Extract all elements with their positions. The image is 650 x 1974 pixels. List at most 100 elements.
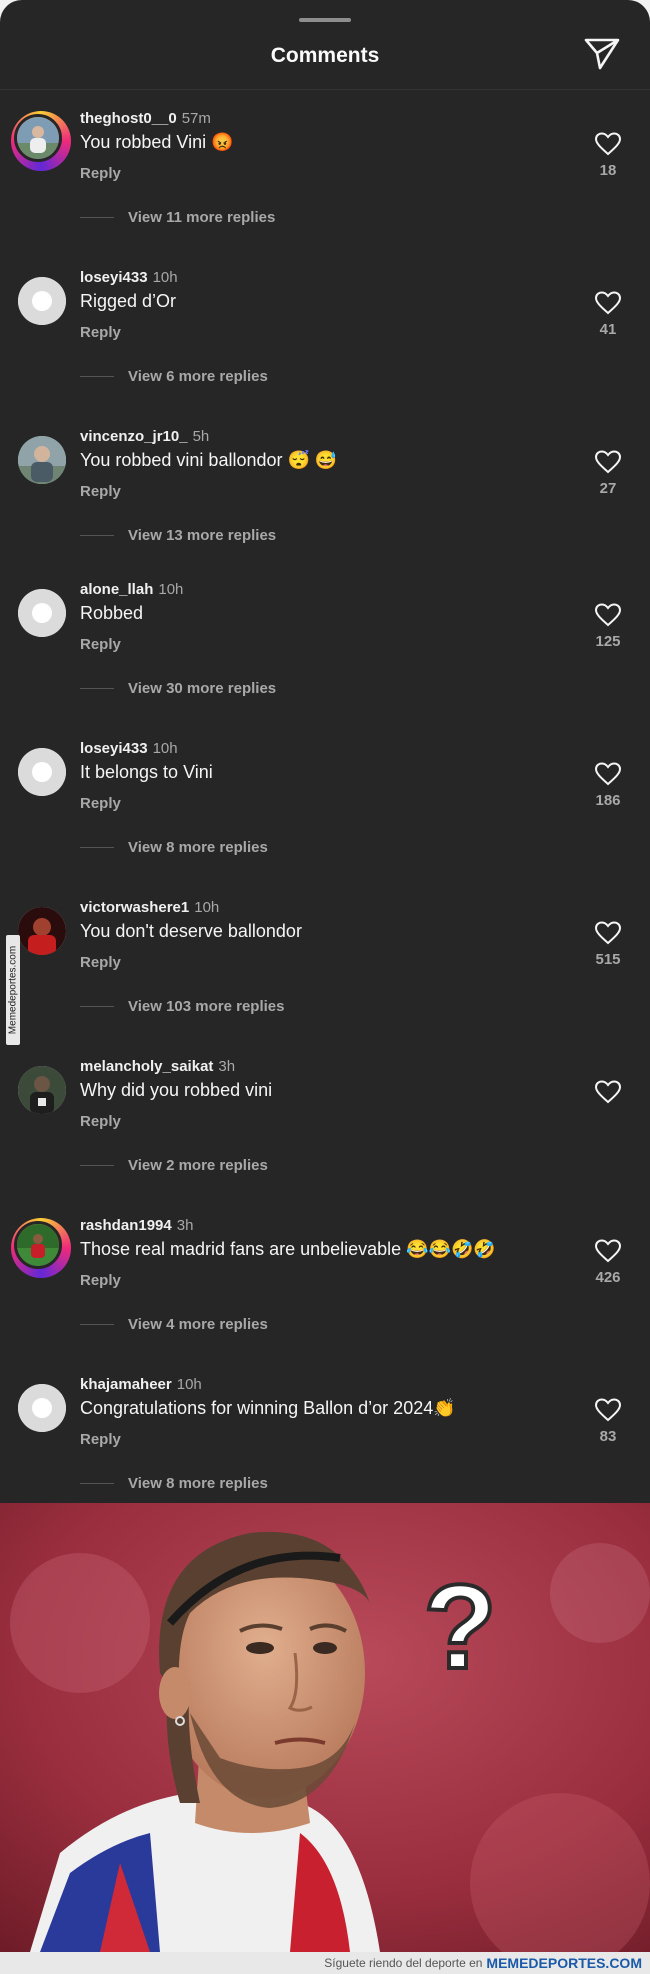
question-mark: ? [423,1560,496,1694]
comment-author[interactable]: khajamaheer 10h [80,1376,202,1393]
comment-time: 10h [194,899,220,916]
footer-text: Síguete riendo del deporte en [324,1956,483,1970]
like-button[interactable]: 18 [590,132,626,179]
like-button[interactable]: 426 [590,1239,626,1286]
comment-author[interactable]: melancholy_saikat 3h [80,1058,235,1075]
heart-icon [595,603,621,627]
comment-item: vincenzo_jr10_ 5h You robbed vini ballond… [0,428,650,578]
like-count: 515 [595,951,621,968]
comment-author[interactable]: theghost0__0 57m [80,110,211,127]
comment-author[interactable]: loseyi433 10h [80,740,178,757]
comment-item: theghost0__0 57m You robbed Vini 😡 Reply … [0,110,650,260]
reply-button[interactable]: Reply [80,954,121,971]
reply-button[interactable]: Reply [80,1113,121,1130]
reply-button[interactable]: Reply [80,795,121,812]
heart-icon [595,1080,621,1104]
comment-time: 3h [218,1058,236,1075]
comment-text: You robbed vini ballondor 😴 😅 [80,450,338,470]
default-avatar-icon [18,748,66,796]
avatar[interactable] [18,436,66,484]
comment-text: Rigged d’Or [80,291,177,311]
comment-item: melancholy_saikat 3h Why did you robbed v… [0,1058,650,1208]
meme-photo: ? [0,1503,650,1952]
avatar[interactable] [18,589,66,637]
comment-item: victorwashere1 10h You don't deserve ball… [0,899,650,1049]
like-count: 83 [599,1428,617,1445]
comment-text: You don't deserve ballondor [80,921,302,941]
comment-time: 3h [176,1217,194,1234]
comment-time: 57m [181,110,211,127]
view-more-replies[interactable]: View 2 more replies [80,1153,268,1177]
like-count: 426 [595,1269,621,1286]
like-button[interactable]: 83 [590,1398,626,1445]
comment-author[interactable]: rashdan1994 3h [80,1217,193,1234]
send-button[interactable] [582,36,622,72]
comment-author[interactable]: alone_llah 10h [80,581,183,598]
avatar[interactable] [18,1066,66,1114]
like-button[interactable] [590,1080,626,1110]
like-button[interactable]: 41 [590,291,626,338]
default-avatar-icon [18,589,66,637]
view-more-replies[interactable]: View 103 more replies [80,994,284,1018]
comment-time: 10h [152,740,178,757]
comment-text: Congratulations for winning Ballon d’or … [80,1398,456,1418]
header-divider [0,89,650,90]
like-button[interactable]: 186 [590,762,626,809]
like-button[interactable]: 515 [590,921,626,968]
reply-button[interactable]: Reply [80,483,121,500]
heart-icon [595,762,621,786]
comment-time: 10h [176,1376,202,1393]
footer-watermark: Síguete riendo del deporte en MEMEDEPORT… [0,1952,650,1974]
reply-button[interactable]: Reply [80,636,121,653]
comment-item: alone_llah 10h Robbed Reply View 30 more … [0,581,650,731]
avatar[interactable] [11,1218,71,1278]
drag-handle[interactable] [299,18,351,22]
reply-button[interactable]: Reply [80,1431,121,1448]
comment-time: 5h [192,428,210,445]
comment-author[interactable]: vincenzo_jr10_ 5h [80,428,209,445]
like-count: 186 [595,792,621,809]
reply-button[interactable]: Reply [80,165,121,182]
view-more-replies[interactable]: View 11 more replies [80,205,275,229]
like-count: 27 [599,480,617,497]
comment-text: Why did you robbed vini [80,1080,273,1100]
avatar[interactable] [18,1384,66,1432]
heart-icon [595,291,621,315]
heart-icon [595,132,621,156]
comment-time: 10h [158,581,184,598]
comment-text: It belongs to Vini [80,762,213,782]
footer-brand[interactable]: MEMEDEPORTES.COM [486,1955,642,1971]
reply-button[interactable]: Reply [80,1272,121,1289]
reply-button[interactable]: Reply [80,324,121,341]
view-more-replies[interactable]: View 30 more replies [80,676,276,700]
comment-item: loseyi433 10h It belongs to Vini Reply Vi… [0,740,650,890]
side-watermark: Memedeportes.com [6,935,20,1045]
heart-icon [595,1398,621,1422]
like-count: 41 [599,321,617,338]
avatar[interactable] [18,907,66,955]
comment-author[interactable]: victorwashere1 10h [80,899,219,916]
comment-text: Robbed [80,603,144,623]
view-more-replies[interactable]: View 4 more replies [80,1312,268,1336]
comment-item: loseyi433 10h Rigged d’Or Reply View 6 mo… [0,269,650,419]
view-more-replies[interactable]: View 6 more replies [80,364,268,388]
like-count: 125 [595,633,621,650]
comments-sheet: Comments theghost0__0 57m You robbed Vin… [0,0,650,1503]
heart-icon [595,450,621,474]
send-icon [584,38,620,70]
view-more-replies[interactable]: View 13 more replies [80,523,276,547]
like-button[interactable]: 27 [590,450,626,497]
avatar[interactable] [18,748,66,796]
like-button[interactable]: 125 [590,603,626,650]
default-avatar-icon [18,1384,66,1432]
view-more-replies[interactable]: View 8 more replies [80,1471,268,1495]
avatar[interactable] [18,277,66,325]
avatar[interactable] [11,111,71,171]
heart-icon [595,921,621,945]
view-more-replies[interactable]: View 8 more replies [80,835,268,859]
comment-text: You robbed Vini 😡 [80,132,234,152]
like-count: 18 [599,162,617,179]
comment-time: 10h [152,269,178,286]
page: Comments theghost0__0 57m You robbed Vin… [0,0,650,1974]
comment-author[interactable]: loseyi433 10h [80,269,178,286]
